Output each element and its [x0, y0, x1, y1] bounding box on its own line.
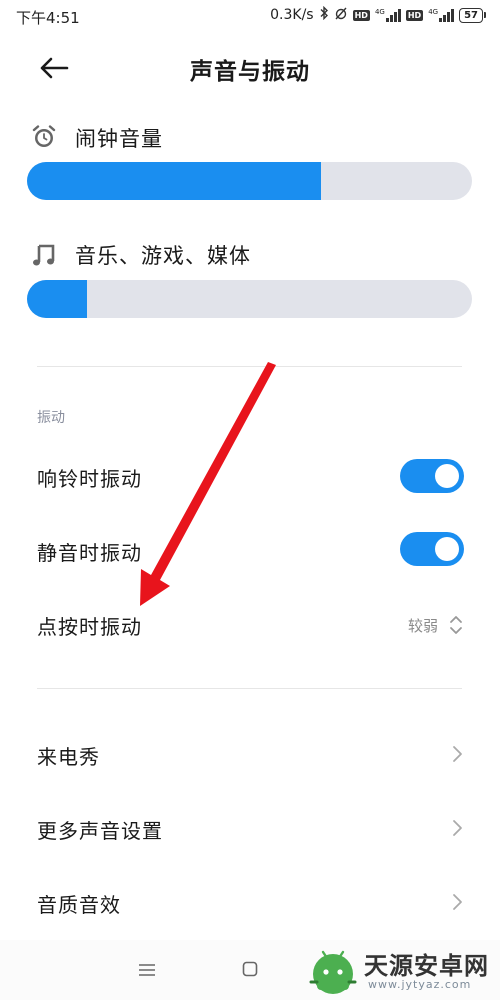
home-square-icon[interactable]: [242, 961, 258, 981]
hd-badge-1: HD: [352, 9, 370, 21]
status-time: 下午4:51: [16, 9, 80, 27]
alarm-off-icon: [334, 6, 348, 24]
toggle-knob: [435, 464, 459, 488]
ring-vibrate-toggle[interactable]: [400, 459, 464, 493]
list-item-caller-show[interactable]: 来电秀: [0, 720, 500, 790]
list-item-audio-quality[interactable]: 音质音效: [0, 868, 500, 938]
alarm-volume-label: 闹钟音量: [75, 127, 163, 151]
list-item-label: 来电秀: [37, 745, 100, 769]
tap-vibrate-label: 点按时振动: [37, 615, 142, 639]
tap-vibrate-value: 较弱: [408, 617, 439, 635]
status-icons: 0.3K/s HD 4G HD 4G 57: [270, 5, 486, 24]
watermark-name: 天源安卓网: [364, 952, 489, 980]
silent-vibrate-toggle[interactable]: [400, 532, 464, 566]
alarm-clock-icon: [31, 124, 57, 150]
music-note-icon: [31, 242, 57, 268]
battery-level: 57: [459, 7, 483, 23]
status-bar: 下午4:51 0.3K/s HD 4G HD 4G 57: [0, 0, 500, 34]
media-volume-slider[interactable]: [27, 280, 472, 318]
alarm-volume-fill: [27, 162, 321, 200]
navigation-bar: 天源安卓网 www.jytyaz.com: [0, 940, 500, 1000]
divider-2: [37, 688, 462, 689]
page-title: 声音与振动: [190, 59, 310, 85]
battery-icon: 57: [459, 7, 486, 23]
media-volume-fill: [27, 280, 88, 318]
list-item-label: 音质音效: [37, 893, 121, 917]
chevron-right-icon: [450, 744, 464, 764]
signal-1: 4G: [375, 8, 401, 22]
watermark-url: www.jytyaz.com: [368, 978, 472, 991]
hd-badge-2: HD: [405, 9, 424, 21]
divider-1: [37, 366, 462, 367]
signal-2: 4G: [428, 8, 455, 22]
tap-vibrate-row[interactable]: 点按时振动 较弱: [0, 590, 500, 660]
signal-bars-1-icon: [385, 8, 401, 22]
media-volume-label: 音乐、游戏、媒体: [75, 244, 251, 268]
signal-bars-2-icon: [439, 8, 455, 22]
toggle-knob: [435, 537, 459, 561]
net-speed: 0.3K/s: [270, 7, 314, 23]
list-item-more-sound[interactable]: 更多声音设置: [0, 794, 500, 864]
chevron-right-icon: [450, 818, 464, 838]
list-item-label: 更多声音设置: [37, 819, 163, 843]
vibration-section-title: 振动: [37, 410, 65, 426]
alarm-volume-slider[interactable]: [27, 162, 472, 200]
chevron-right-icon: [450, 892, 464, 912]
chevron-updown-icon: [449, 613, 463, 641]
silent-vibrate-label: 静音时振动: [37, 541, 142, 565]
ring-vibrate-label: 响铃时振动: [37, 467, 142, 491]
bluetooth-icon: [319, 5, 329, 24]
menu-icon[interactable]: [138, 962, 156, 981]
watermark-logo-icon: [305, 946, 361, 1000]
